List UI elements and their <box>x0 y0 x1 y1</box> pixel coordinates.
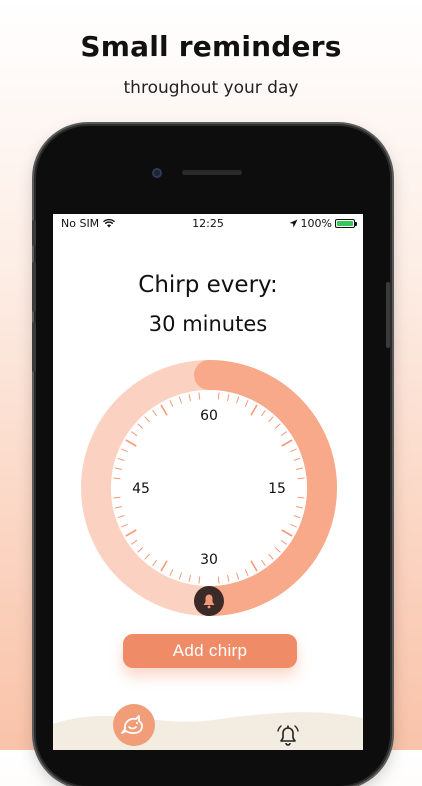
battery-percent: 100% <box>300 217 332 230</box>
interval-dial[interactable]: 60 15 30 45 <box>81 360 337 616</box>
earpiece-speaker <box>182 170 242 175</box>
volume-button <box>32 220 36 246</box>
tab-reminders[interactable] <box>275 722 301 748</box>
promo-subheadline: throughout your day <box>123 78 299 98</box>
dial-label-15: 15 <box>268 481 286 497</box>
dial-label-45: 45 <box>132 481 150 497</box>
dial-handle[interactable] <box>194 586 224 616</box>
volume-button <box>32 262 36 312</box>
status-bar: No SIM 12:25 100% <box>53 214 363 232</box>
bird-icon <box>121 715 143 735</box>
volume-button <box>32 322 36 372</box>
add-chirp-button[interactable]: Add chirp <box>123 634 297 668</box>
tab-bar-background <box>53 712 363 750</box>
battery-icon <box>335 219 357 228</box>
front-camera <box>152 168 162 178</box>
power-button <box>386 282 390 348</box>
dial-label-30: 30 <box>200 552 218 568</box>
dial-label-60: 60 <box>200 408 218 424</box>
bell-icon <box>277 725 299 746</box>
tab-chirps[interactable] <box>113 704 155 746</box>
promo-headline: Small reminders <box>80 30 342 63</box>
interval-value: 30 minutes <box>148 312 268 336</box>
location-icon <box>289 219 298 228</box>
status-right: 100% <box>289 217 357 230</box>
tab-bar <box>53 704 363 750</box>
phone-screen: No SIM 12:25 100% Chirp every: 30 minute… <box>53 214 363 750</box>
screen-title: Chirp every: <box>138 272 278 298</box>
